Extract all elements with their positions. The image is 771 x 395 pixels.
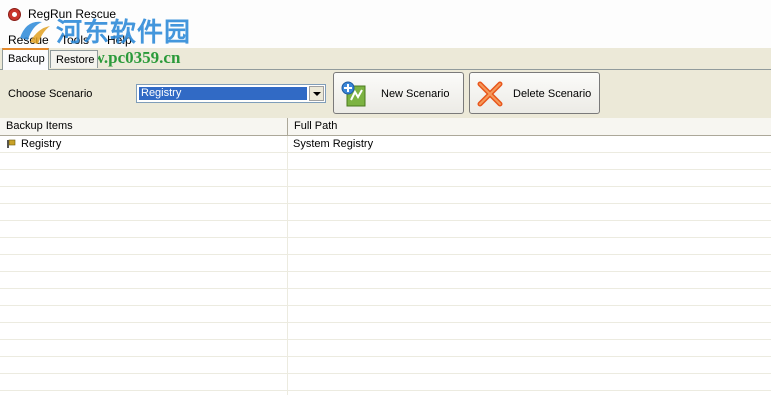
empty-row bbox=[0, 238, 771, 255]
empty-cell bbox=[0, 204, 288, 220]
new-scenario-label: New Scenario bbox=[381, 88, 450, 100]
column-header-backup-items[interactable]: Backup Items bbox=[0, 118, 288, 135]
backup-items-list[interactable]: Backup Items Full Path Registry System R… bbox=[0, 118, 771, 395]
registry-icon bbox=[7, 139, 16, 148]
empty-row bbox=[0, 153, 771, 170]
empty-row bbox=[0, 357, 771, 374]
delete-x-icon bbox=[477, 81, 503, 107]
empty-cell bbox=[0, 391, 288, 395]
menu-bar: Rescue Tools Help bbox=[0, 28, 771, 48]
list-rows: Registry System Registry bbox=[0, 136, 771, 395]
empty-row bbox=[0, 323, 771, 340]
tab-backup[interactable]: Backup bbox=[2, 48, 49, 70]
row-item-name: Registry bbox=[21, 138, 62, 150]
menu-rescue[interactable]: Rescue bbox=[8, 33, 49, 47]
empty-cell bbox=[0, 272, 288, 288]
empty-row bbox=[0, 374, 771, 391]
new-scenario-icon bbox=[341, 81, 366, 107]
chevron-down-icon[interactable] bbox=[309, 86, 324, 101]
tab-strip: Backup Restore bbox=[0, 48, 771, 70]
empty-row bbox=[0, 221, 771, 238]
empty-cell bbox=[0, 306, 288, 322]
scenario-dropdown-value: Registry bbox=[138, 86, 308, 101]
new-scenario-button[interactable]: New Scenario bbox=[333, 72, 464, 114]
empty-cell bbox=[0, 153, 288, 169]
empty-cell bbox=[0, 170, 288, 186]
row-path-cell: System Registry bbox=[288, 136, 771, 152]
empty-row bbox=[0, 255, 771, 272]
row-item-path: System Registry bbox=[293, 138, 374, 150]
column-header-full-path[interactable]: Full Path bbox=[288, 118, 771, 135]
app-logo-icon bbox=[8, 8, 21, 21]
list-header: Backup Items Full Path bbox=[0, 118, 771, 136]
empty-row bbox=[0, 204, 771, 221]
table-row[interactable]: Registry System Registry bbox=[0, 136, 771, 153]
empty-cell bbox=[0, 187, 288, 203]
empty-cell bbox=[0, 323, 288, 339]
empty-cell bbox=[0, 357, 288, 373]
empty-row bbox=[0, 340, 771, 357]
empty-cell bbox=[0, 221, 288, 237]
menu-tools[interactable]: Tools bbox=[61, 33, 89, 47]
scenario-dropdown[interactable]: Registry bbox=[136, 84, 326, 103]
scenario-toolbar: Choose Scenario Registry New Scenario De… bbox=[0, 69, 771, 118]
empty-row bbox=[0, 272, 771, 289]
empty-row bbox=[0, 289, 771, 306]
empty-cell bbox=[0, 255, 288, 271]
empty-row bbox=[0, 187, 771, 204]
tab-restore[interactable]: Restore bbox=[50, 50, 98, 68]
delete-scenario-label: Delete Scenario bbox=[513, 88, 592, 100]
empty-cell bbox=[0, 374, 288, 390]
choose-scenario-label: Choose Scenario bbox=[8, 88, 93, 100]
delete-scenario-button[interactable]: Delete Scenario bbox=[469, 72, 600, 114]
menu-help[interactable]: Help bbox=[107, 33, 132, 47]
row-item-cell: Registry bbox=[0, 136, 288, 152]
empty-row bbox=[0, 170, 771, 187]
empty-cell bbox=[0, 340, 288, 356]
window-title: RegRun Rescue bbox=[28, 7, 117, 21]
empty-row bbox=[0, 391, 771, 395]
empty-row bbox=[0, 306, 771, 323]
empty-cell bbox=[0, 289, 288, 305]
empty-cell bbox=[0, 238, 288, 254]
title-bar: RegRun Rescue bbox=[0, 0, 771, 28]
